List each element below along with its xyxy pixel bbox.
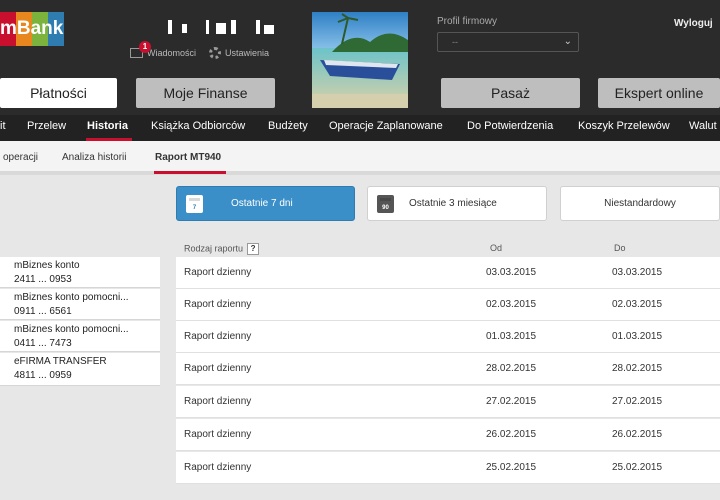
to-date-cell: 25.02.2015 <box>612 462 663 473</box>
table-row[interactable]: Raport dzienny 28.02.2015 28.02.2015 <box>176 353 720 385</box>
report-type-cell: Raport dzienny <box>184 363 252 374</box>
from-date-cell: 03.03.2015 <box>486 267 537 278</box>
subnav-item-scheduled[interactable]: Operacje Zaplanowane <box>329 115 443 141</box>
tab-mt940-report[interactable]: Raport MT940 <box>155 152 221 163</box>
table-row[interactable]: Raport dzienny 01.03.2015 01.03.2015 <box>176 321 720 353</box>
column-header-from: Od <box>490 243 503 253</box>
account-number: 2411 ... 0953 <box>14 274 72 285</box>
table-row[interactable]: Raport dzienny 02.03.2015 02.03.2015 <box>176 289 720 321</box>
subnav-item-address-book[interactable]: Książka Odbiorców <box>151 115 245 141</box>
settings-label: Ustawienia <box>225 48 270 58</box>
subnav-item-transfer-basket[interactable]: Koszyk Przelewów <box>578 115 670 141</box>
column-header-report-type: Rodzaj raportu? <box>184 243 260 255</box>
from-date-cell: 01.03.2015 <box>486 331 537 342</box>
table-row[interactable]: Raport dzienny 27.02.2015 27.02.2015 <box>176 386 720 418</box>
calendar-icon: 90 <box>377 194 394 213</box>
table-row[interactable]: Raport dzienny 03.03.2015 03.03.2015 <box>176 257 720 289</box>
calendar-icon: 7 <box>186 194 203 213</box>
profile-selected-value: -- <box>452 37 458 47</box>
period-custom-button[interactable]: Niestandardowy <box>560 186 720 221</box>
column-header-to: Do <box>614 243 626 253</box>
to-date-cell: 26.02.2015 <box>612 429 663 440</box>
period-label: Ostatnie 7 dni <box>231 198 293 209</box>
subnav-item-0[interactable]: it <box>0 115 6 141</box>
subnav-item-budgets[interactable]: Budżety <box>268 115 308 141</box>
account-item[interactable]: mBiznes konto pomocni... 0911 ... 6561 <box>0 289 160 320</box>
tab-active-indicator <box>154 171 226 174</box>
tab-history-analysis[interactable]: Analiza historii <box>62 152 126 163</box>
tab-operations[interactable]: operacji <box>3 152 38 163</box>
from-date-cell: 27.02.2015 <box>486 396 537 407</box>
help-icon[interactable]: ? <box>247 243 260 255</box>
user-name-redacted <box>168 20 278 38</box>
report-type-cell: Raport dzienny <box>184 267 252 278</box>
chevron-down-icon: ⌄ <box>563 36 572 47</box>
messages-count-badge: 1 <box>139 41 151 53</box>
to-date-cell: 01.03.2015 <box>612 331 663 342</box>
table-row[interactable]: Raport dzienny 26.02.2015 26.02.2015 <box>176 419 720 451</box>
subnav-item-to-confirm[interactable]: Do Potwierdzenia <box>467 115 553 141</box>
account-number: 4811 ... 0959 <box>14 370 72 381</box>
to-date-cell: 27.02.2015 <box>612 396 663 407</box>
nav-payments-button[interactable]: Płatności <box>0 78 117 108</box>
period-label: Niestandardowy <box>604 198 676 209</box>
account-name: mBiznes konto pomocni... <box>14 292 129 303</box>
nav-my-finances-button[interactable]: Moje Finanse <box>136 78 275 108</box>
to-date-cell: 02.03.2015 <box>612 299 663 310</box>
nav-expert-online-button[interactable]: Ekspert online <box>598 78 720 108</box>
gear-icon <box>209 47 221 59</box>
account-item[interactable]: eFIRMA TRANSFER 4811 ... 0959 <box>0 353 160 386</box>
column-header-label: Rodzaj raportu <box>184 243 244 254</box>
report-type-cell: Raport dzienny <box>184 429 252 440</box>
account-name: mBiznes konto pomocni... <box>14 324 129 335</box>
account-number: 0911 ... 6561 <box>14 306 72 317</box>
subnav-item-currency[interactable]: Walut <box>689 115 717 141</box>
profile-select[interactable]: -- ⌄ <box>437 32 579 52</box>
account-number: 0411 ... 7473 <box>14 338 72 349</box>
from-date-cell: 28.02.2015 <box>486 363 537 374</box>
nav-passage-button[interactable]: Pasaż <box>441 78 580 108</box>
period-last-3-months-button[interactable]: 90 Ostatnie 3 miesiące <box>367 186 547 221</box>
subnav-item-transfer[interactable]: Przelew <box>27 115 66 141</box>
to-date-cell: 03.03.2015 <box>612 267 663 278</box>
profile-label: Profil firmowy <box>437 16 498 27</box>
to-date-cell: 28.02.2015 <box>612 363 663 374</box>
settings-link[interactable]: Ustawienia <box>209 47 269 59</box>
messages-label: Wiadomości <box>147 48 197 58</box>
period-label: Ostatnie 3 miesiące <box>409 198 497 209</box>
top-header: mBank Wiadomości 1 Ustawienia Profil fir… <box>0 0 720 115</box>
account-name: eFIRMA TRANSFER <box>14 356 107 367</box>
calendar-icon-number: 90 <box>382 204 389 211</box>
account-item[interactable]: mBiznes konto pomocni... 0411 ... 7473 <box>0 321 160 352</box>
report-type-cell: Raport dzienny <box>184 299 252 310</box>
report-type-cell: Raport dzienny <box>184 331 252 342</box>
logo-text: mBank <box>0 18 64 39</box>
report-type-cell: Raport dzienny <box>184 396 252 407</box>
period-last-7-days-button[interactable]: 7 Ostatnie 7 dni <box>176 186 355 221</box>
from-date-cell: 02.03.2015 <box>486 299 537 310</box>
account-name: mBiznes konto <box>14 260 80 271</box>
account-item[interactable]: mBiznes konto 2411 ... 0953 <box>0 257 160 288</box>
table-row[interactable]: Raport dzienny 25.02.2015 25.02.2015 <box>176 452 720 484</box>
boat-photo <box>312 12 408 108</box>
from-date-cell: 25.02.2015 <box>486 462 537 473</box>
logout-link[interactable]: Wyloguj <box>674 18 713 29</box>
report-type-cell: Raport dzienny <box>184 462 252 473</box>
bank-logo[interactable]: mBank <box>0 12 64 46</box>
from-date-cell: 26.02.2015 <box>486 429 537 440</box>
calendar-icon-number: 7 <box>192 204 197 211</box>
